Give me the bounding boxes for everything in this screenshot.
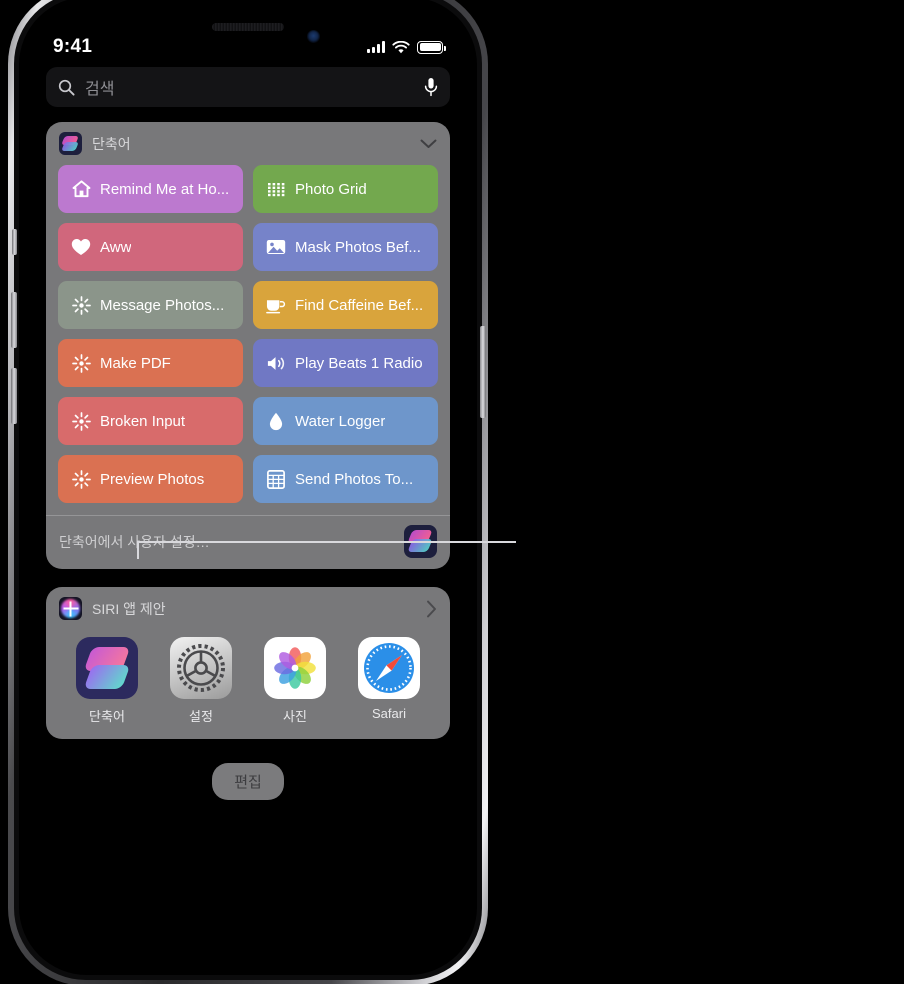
volume-up-button[interactable]: [11, 292, 17, 348]
siri-suggestions-widget: SIRI 앱 제안 단축어 설정 사진 Safari: [46, 587, 450, 739]
front-camera-icon: [307, 30, 320, 43]
siri-icon: [59, 597, 82, 620]
search-placeholder: 검색: [85, 81, 115, 98]
photo-icon: [266, 237, 286, 257]
shortcut-tile[interactable]: Message Photos...: [58, 281, 243, 329]
siri-app-label: 설정: [189, 709, 213, 724]
shortcut-tile[interactable]: Water Logger: [253, 397, 438, 445]
shortcut-tile-label: Mask Photos Bef...: [295, 238, 421, 256]
speaker-icon: [266, 353, 286, 373]
sparkle-icon: [71, 469, 91, 489]
status-bar: 9:41: [19, 35, 477, 59]
siri-app-label: 단축어: [89, 709, 125, 724]
shortcut-tile-label: Message Photos...: [100, 296, 225, 314]
siri-widget-header[interactable]: SIRI 앱 제안: [46, 587, 450, 627]
sparkle-icon: [71, 295, 91, 315]
shortcut-tile-label: Broken Input: [100, 412, 186, 430]
screenshot-root: 9:41 검색 단축어 Remind Me at Ho... Photo Gri…: [0, 0, 904, 984]
shortcuts-widget: 단축어 Remind Me at Ho... Photo Grid Aww Mask …: [46, 122, 450, 569]
signal-bars-icon: [367, 41, 385, 53]
shortcuts-widget-header[interactable]: 단축어: [46, 122, 450, 162]
siri-app-label: 사진: [283, 709, 307, 724]
shortcut-tiles-grid: Remind Me at Ho... Photo Grid Aww Mask Phot…: [46, 162, 450, 515]
wifi-icon: [392, 40, 410, 53]
house-icon: [71, 179, 91, 199]
shortcut-tile-label: Aww: [100, 238, 132, 256]
shortcut-tile[interactable]: Photo Grid: [253, 165, 438, 213]
shortcut-tile[interactable]: Remind Me at Ho...: [58, 165, 243, 213]
chevron-right-icon[interactable]: [426, 600, 437, 618]
siri-widget-title: SIRI 앱 제안: [92, 600, 166, 617]
settings-app-icon: [170, 637, 232, 699]
sparkle-icon: [71, 353, 91, 373]
search-input[interactable]: 검색: [46, 67, 450, 107]
sparkle-icon: [71, 411, 91, 431]
phone-bezel: 9:41 검색 단축어 Remind Me at Ho... Photo Gri…: [14, 0, 482, 980]
shortcut-tile-label: Water Logger: [295, 412, 386, 430]
status-time: 9:41: [53, 36, 93, 57]
shortcuts-app-icon: [76, 637, 138, 699]
earpiece-speaker: [212, 23, 284, 31]
shortcut-tile-label: Make PDF: [100, 354, 171, 372]
shortcut-tile-label: Play Beats 1 Radio: [295, 354, 423, 372]
siri-suggested-app[interactable]: 설정: [163, 637, 239, 725]
heart-icon: [71, 237, 91, 257]
siri-app-row: 단축어 설정 사진 Safari: [46, 627, 450, 739]
table-grid-icon: [266, 469, 286, 489]
shortcut-tile-label: Send Photos To...: [295, 470, 414, 488]
phone-screen: 9:41 검색 단축어 Remind Me at Ho... Photo Gri…: [19, 0, 477, 975]
siri-suggested-app[interactable]: 단축어: [69, 637, 145, 725]
shortcut-tile[interactable]: Make PDF: [58, 339, 243, 387]
shortcut-tile-label: Find Caffeine Bef...: [295, 296, 424, 314]
coffee-cup-icon: [266, 295, 286, 315]
water-drop-icon: [266, 411, 286, 431]
siri-suggested-app[interactable]: 사진: [257, 637, 333, 725]
shortcuts-widget-title: 단축어: [92, 135, 131, 152]
phone-device-frame: 9:41 검색 단축어 Remind Me at Ho... Photo Gri…: [8, 0, 488, 984]
siri-suggested-app[interactable]: Safari: [351, 637, 427, 725]
shortcuts-footer-text: 단축어에서 사용자 설정…: [59, 533, 210, 550]
volume-down-button[interactable]: [11, 368, 17, 424]
shortcut-tile[interactable]: Play Beats 1 Radio: [253, 339, 438, 387]
chevron-down-icon[interactable]: [420, 139, 437, 149]
shortcuts-app-icon: [59, 132, 82, 155]
search-icon: [58, 79, 75, 96]
shortcut-tile[interactable]: Find Caffeine Bef...: [253, 281, 438, 329]
photos-app-icon: [264, 637, 326, 699]
shortcut-tile[interactable]: Send Photos To...: [253, 455, 438, 503]
shortcuts-widget-footer[interactable]: 단축어에서 사용자 설정…: [46, 515, 450, 569]
shortcut-tile[interactable]: Aww: [58, 223, 243, 271]
dot-grid-icon: [266, 179, 286, 199]
safari-app-icon: [358, 637, 420, 699]
shortcut-tile-label: Photo Grid: [295, 180, 367, 198]
status-indicators: [367, 40, 446, 54]
shortcut-tile[interactable]: Mask Photos Bef...: [253, 223, 438, 271]
mute-switch-button[interactable]: [12, 229, 17, 255]
battery-icon: [417, 40, 446, 54]
siri-app-label: Safari: [372, 706, 406, 721]
today-view: 검색 단축어 Remind Me at Ho... Photo Grid Aww…: [19, 67, 477, 975]
edit-button[interactable]: 편집: [212, 763, 284, 800]
shortcut-tile[interactable]: Broken Input: [58, 397, 243, 445]
shortcut-tile-label: Preview Photos: [100, 470, 205, 488]
shortcut-tile-label: Remind Me at Ho...: [100, 180, 230, 198]
power-button[interactable]: [480, 326, 486, 418]
edit-button-container: 편집: [46, 763, 450, 800]
shortcuts-app-icon: [404, 525, 437, 558]
shortcut-tile[interactable]: Preview Photos: [58, 455, 243, 503]
microphone-icon[interactable]: [424, 77, 438, 97]
